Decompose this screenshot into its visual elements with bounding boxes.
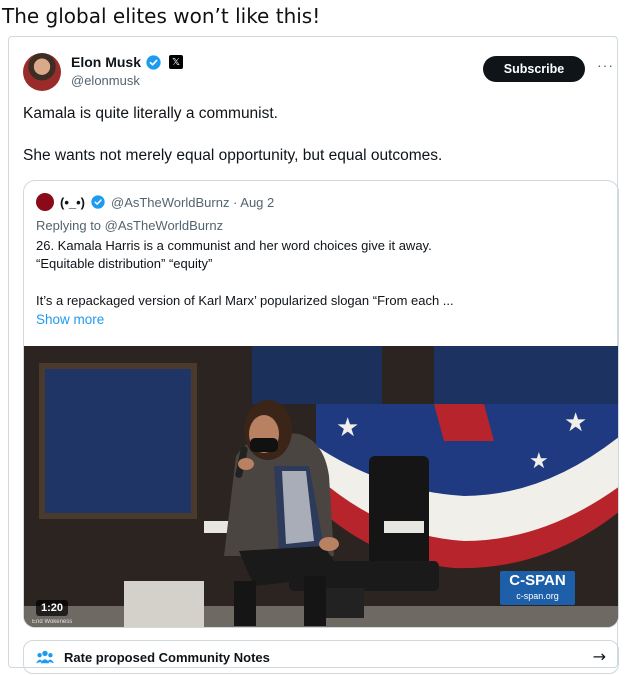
community-notes-button[interactable]: Rate proposed Community Notes →	[23, 640, 619, 674]
quoted-author-name[interactable]: (•_•)	[60, 195, 85, 210]
post-caption: The global elites won’t like this!	[2, 4, 321, 28]
video-timecode: 1:20	[36, 600, 69, 616]
cspan-logo: C-SPAN c-span.org	[500, 571, 575, 605]
cspan-url: c-span.org	[516, 591, 559, 601]
tweet-card[interactable]: Elon Musk 𝕏 @elonmusk Subscribe ··· Kama…	[8, 36, 619, 674]
x-affiliation-icon: 𝕏	[169, 55, 184, 69]
video-watermark: End Wokeness	[32, 619, 73, 625]
arrow-right-icon: →	[592, 647, 606, 666]
community-notes-icon	[36, 650, 54, 664]
quoted-avatar[interactable]	[36, 193, 54, 211]
quoted-tweet-header: (•_•) @AsTheWorldBurnz · Aug 2	[36, 193, 274, 211]
subscribe-button[interactable]: Subscribe	[483, 56, 585, 82]
quoted-handle-date[interactable]: @AsTheWorldBurnz · Aug 2	[111, 195, 274, 210]
cspan-logo-text: C-SPAN	[509, 572, 566, 589]
author-handle[interactable]: @elonmusk	[71, 73, 140, 88]
quoted-text-line: It’s a repackaged version of Karl Marx’ …	[36, 293, 454, 308]
replying-to[interactable]: Replying to @AsTheWorldBurnz	[36, 218, 223, 233]
quoted-text-line: “Equitable distribution” “equity”	[36, 256, 213, 271]
community-notes-label: Rate proposed Community Notes	[64, 650, 270, 665]
tweet-text-line: She wants not merely equal opportunity, …	[23, 147, 443, 164]
more-options-icon[interactable]: ···	[597, 57, 614, 73]
quoted-tweet[interactable]: (•_•) @AsTheWorldBurnz · Aug 2 Replying …	[23, 180, 619, 628]
svg-text:★: ★	[529, 449, 549, 474]
show-more-link[interactable]: Show more	[36, 312, 104, 327]
quoted-text-line: 26. Kamala Harris is a communist and her…	[36, 238, 432, 253]
verified-badge-icon	[91, 195, 105, 209]
verified-badge-icon	[146, 54, 161, 70]
svg-text:★: ★	[564, 408, 587, 438]
video-player[interactable]: ★ ★ ★ 1:20 End Wokeness C-SPAN c-span.or…	[24, 346, 618, 627]
author-row: Elon Musk 𝕏	[71, 54, 184, 70]
svg-text:★: ★	[336, 413, 359, 443]
avatar[interactable]	[23, 53, 61, 91]
tweet-text-line: Kamala is quite literally a communist.	[23, 105, 278, 122]
author-name[interactable]: Elon Musk	[71, 54, 141, 70]
